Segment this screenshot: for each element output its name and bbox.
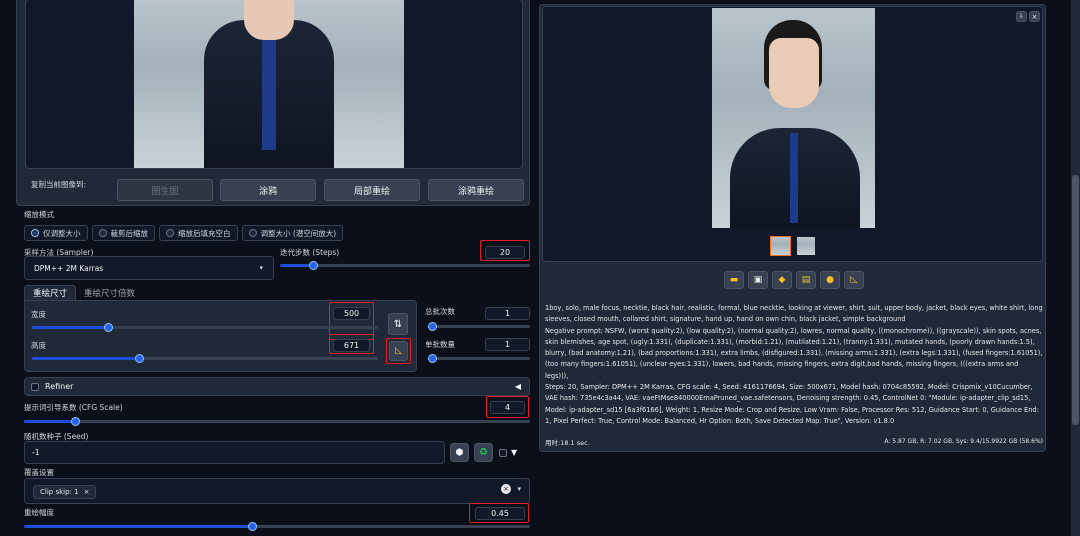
scrollbar-thumb[interactable] xyxy=(1072,175,1079,425)
tab-resize-to[interactable]: 重绘尺寸 xyxy=(24,285,77,301)
override-chip-label: Clip skip: 1 xyxy=(40,488,79,496)
swap-dimensions-button[interactable]: ⇅ xyxy=(388,313,408,335)
width-input[interactable]: 500 xyxy=(333,307,370,320)
radio-selected-icon xyxy=(31,229,39,237)
resize-mode-group: 仅调整大小 裁剪后缩放 缩放后填充空白 调整大小 (潜空间放大) xyxy=(24,225,344,241)
thumbnail-2[interactable] xyxy=(797,237,815,255)
ruler-triangle-icon: ◺ xyxy=(395,346,402,356)
input-image-panel: 复制当前图像到: 图生图 涂鸦 局部重绘 涂鸦重绘 xyxy=(16,0,530,206)
batch-size-label: 单批数量 xyxy=(425,340,455,349)
chevron-down-icon: ▾ xyxy=(259,264,263,272)
thumbnail-1[interactable] xyxy=(770,236,791,256)
input-image xyxy=(134,0,404,168)
prompt-text: 1boy, solo, male focus, necktie, black h… xyxy=(545,304,1043,324)
recycle-icon: ♻ xyxy=(479,447,488,458)
cfg-input[interactable]: 4 xyxy=(490,401,525,414)
input-image-frame[interactable] xyxy=(25,0,523,169)
denoise-label: 重绘幅度 xyxy=(24,508,54,517)
resize-option-crop-resize[interactable]: 裁剪后缩放 xyxy=(91,225,155,241)
extra-seed-checkbox[interactable] xyxy=(499,449,507,457)
parameters-text: Steps: 20, Sampler: DPM++ 2M Karras, CFG… xyxy=(545,383,1039,425)
slider-thumb[interactable] xyxy=(308,261,318,270)
refiner-accordion[interactable]: Refiner ◀ xyxy=(24,377,530,396)
reuse-seed-button[interactable]: ♻ xyxy=(474,443,493,462)
slider-thumb[interactable] xyxy=(70,417,80,426)
copy-to-inpaint-button[interactable]: 局部重绘 xyxy=(324,179,420,201)
batch-count-slider[interactable] xyxy=(428,322,530,331)
height-label: 高度 xyxy=(31,341,46,350)
override-settings-select[interactable]: Clip skip: 1 × × ▾ xyxy=(24,478,530,504)
steps-label: 迭代步数 (Steps) xyxy=(280,248,340,257)
download-icon[interactable]: ⇩ xyxy=(1016,11,1027,22)
cfg-label: 提示词引导系数 (CFG Scale) xyxy=(24,403,123,412)
height-slider[interactable] xyxy=(32,354,378,363)
override-settings-label: 覆盖设置 xyxy=(24,468,54,477)
clear-icon[interactable]: × xyxy=(501,484,511,494)
copy-to-img2img-button[interactable]: 图生图 xyxy=(117,179,213,201)
ruler-icon[interactable]: ◺ xyxy=(844,271,864,289)
copy-to-sketch-button[interactable]: 涂鸦 xyxy=(220,179,316,201)
radio-icon xyxy=(166,229,174,237)
cfg-slider[interactable] xyxy=(24,417,530,426)
slider-thumb[interactable] xyxy=(428,354,437,363)
elapsed-time: 用时:18.1 sec. xyxy=(545,439,590,447)
width-label: 宽度 xyxy=(31,310,46,319)
page-scrollbar[interactable] xyxy=(1071,0,1080,536)
batch-size-slider[interactable] xyxy=(428,354,530,363)
override-chip: Clip skip: 1 × xyxy=(33,485,97,499)
sampler-select[interactable]: DPM++ 2M Karras ▾ xyxy=(24,256,274,280)
lock-ratio-button[interactable]: ◺ xyxy=(389,341,408,361)
steps-input[interactable]: 20 xyxy=(485,246,525,259)
sampler-value: DPM++ 2M Karras xyxy=(34,263,104,273)
refiner-label: Refiner xyxy=(45,382,74,391)
radio-icon xyxy=(98,229,107,237)
resize-option-latent-upscale[interactable]: 调整大小 (潜空间放大) xyxy=(241,225,344,241)
batch-size-input[interactable]: 1 xyxy=(485,338,530,351)
image-send-icon[interactable]: ▤ xyxy=(796,271,816,289)
seed-input[interactable]: -1 xyxy=(24,441,445,464)
output-image[interactable] xyxy=(712,8,875,228)
close-icon[interactable]: × xyxy=(1029,11,1040,22)
steps-slider[interactable] xyxy=(280,261,530,270)
copy-image-label: 复制当前图像到: xyxy=(31,180,87,189)
palette-icon[interactable]: ● xyxy=(820,271,840,289)
chevron-down-icon[interactable]: ▾ xyxy=(517,485,521,493)
resize-mode-label: 缩放模式 xyxy=(24,210,54,219)
seed-value: -1 xyxy=(32,448,40,457)
slider-thumb[interactable] xyxy=(247,522,257,531)
tab-resize-by[interactable]: 重绘尺寸倍数 xyxy=(76,285,143,301)
resize-option-resize-fill[interactable]: 缩放后填充空白 xyxy=(159,225,238,241)
random-seed-button[interactable]: ⬢ xyxy=(450,443,469,462)
folder-icon[interactable]: ▬ xyxy=(724,271,744,289)
output-toolbar: ▬ ▣ ◆ ▤ ● ◺ xyxy=(724,271,864,289)
extra-seed-toggle-icon[interactable]: ▼ xyxy=(511,448,517,457)
zip-icon[interactable]: ◆ xyxy=(772,271,792,289)
generation-info: 1boy, solo, male focus, necktie, black h… xyxy=(545,303,1043,427)
refiner-checkbox[interactable] xyxy=(31,382,39,391)
denoise-slider[interactable] xyxy=(24,522,530,531)
batch-count-label: 总批次数 xyxy=(425,307,455,316)
dice-icon: ⬢ xyxy=(455,447,464,458)
denoise-input[interactable]: 0.45 xyxy=(475,507,525,520)
collapse-arrow-icon: ◀ xyxy=(514,382,521,391)
height-input[interactable]: 671 xyxy=(333,339,370,352)
swap-arrows-icon: ⇅ xyxy=(393,318,403,330)
save-icon[interactable]: ▣ xyxy=(748,271,768,289)
radio-icon xyxy=(248,229,257,237)
batch-count-input[interactable]: 1 xyxy=(485,307,530,320)
copy-to-inpaint-sketch-button[interactable]: 涂鸦重绘 xyxy=(428,179,524,201)
size-tabs: 重绘尺寸 重绘尺寸倍数 xyxy=(24,285,143,301)
chip-close-icon[interactable]: × xyxy=(84,488,90,496)
width-slider[interactable] xyxy=(32,323,378,332)
memory-usage: A: 5.87 GB, R: 7.02 GB, Sys: 9.4/15.9922… xyxy=(884,438,1043,445)
resize-option-just-resize[interactable]: 仅调整大小 xyxy=(24,225,88,241)
negative-prompt-text: Negative prompt: NSFW, (worst quality:2)… xyxy=(545,326,1043,380)
slider-thumb[interactable] xyxy=(428,322,437,331)
